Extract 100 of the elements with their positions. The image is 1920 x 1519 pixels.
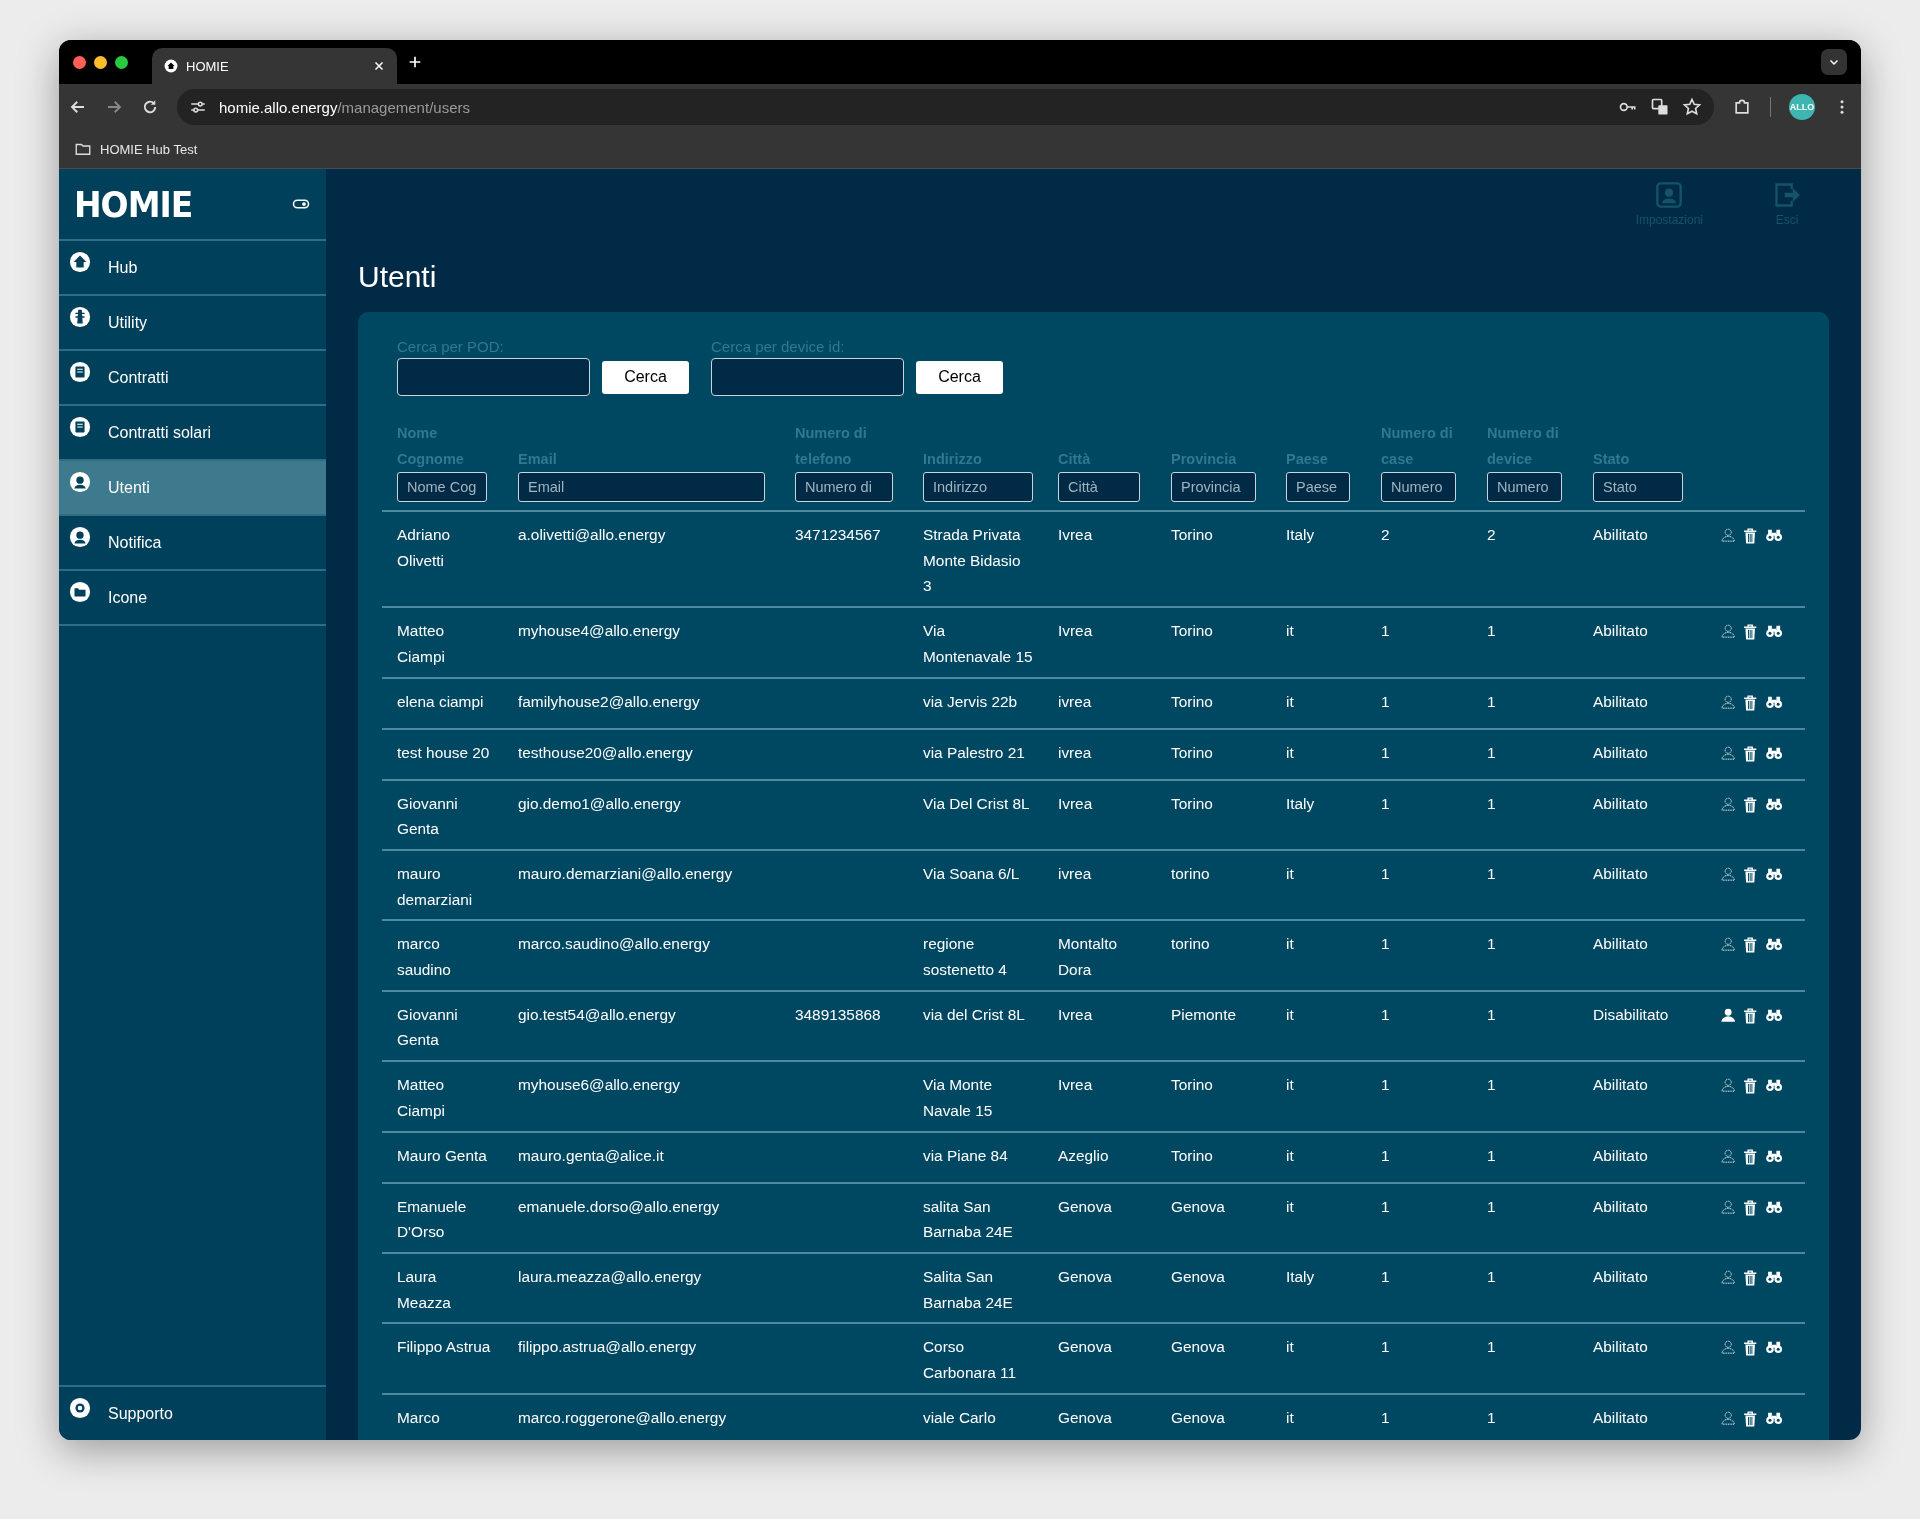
- filter-field[interactable]: Numero di: [795, 472, 893, 502]
- trash-icon[interactable]: [1742, 622, 1759, 643]
- table-cell: 1: [1472, 1323, 1578, 1394]
- table-cell: marco saudino: [382, 920, 503, 991]
- table-cell: Strada Privata Monte Bidasio 3: [908, 511, 1043, 608]
- table-cell: it: [1271, 920, 1366, 991]
- table-cell: 1: [1366, 677, 1472, 729]
- table-cell: Genova: [1043, 1252, 1156, 1324]
- close-icon[interactable]: [373, 60, 385, 72]
- table-cell: Via Monte Navale 15: [908, 1061, 1043, 1132]
- user-icon: [69, 526, 91, 548]
- star-icon[interactable]: [1682, 97, 1702, 117]
- search-button[interactable]: Cerca: [916, 360, 1003, 394]
- tab-list-button[interactable]: [1821, 49, 1847, 75]
- table-cell: Torino: [1156, 1131, 1271, 1183]
- table-cell: Emanuele D'Orso: [382, 1182, 503, 1253]
- table-cell: Genova: [1043, 1323, 1156, 1394]
- user-outline-icon[interactable]: [1720, 622, 1737, 641]
- back-icon[interactable]: [69, 98, 87, 116]
- search-field[interactable]: [711, 358, 904, 396]
- trash-icon[interactable]: [1742, 1267, 1759, 1288]
- reload-icon[interactable]: [141, 98, 159, 116]
- trash-icon[interactable]: [1742, 1408, 1759, 1429]
- document-icon: [69, 416, 91, 438]
- table-cell: laura.meazza@allo.energy: [503, 1252, 780, 1324]
- table-cell: Torino: [1156, 677, 1271, 729]
- trash-icon[interactable]: [1742, 526, 1759, 546]
- nav-item[interactable]: Hub: [59, 241, 326, 296]
- url-text: homie.allo.energy/management/users: [219, 98, 471, 116]
- filter-field[interactable]: Stato: [1593, 472, 1683, 502]
- table-cell: it: [1271, 607, 1366, 678]
- trash-icon[interactable]: [1742, 1076, 1759, 1097]
- table-cell: 2: [1366, 511, 1472, 608]
- filter-field[interactable]: Città: [1058, 472, 1140, 502]
- document-icon: [69, 361, 91, 383]
- filter-field[interactable]: Indirizzo: [923, 472, 1033, 502]
- filter-field[interactable]: Numero: [1487, 472, 1562, 502]
- table-cell: filippo.astrua@allo.energy: [503, 1323, 780, 1394]
- table-cell: 1: [1472, 1393, 1578, 1440]
- trash-icon[interactable]: [1742, 935, 1759, 956]
- extensions-icon[interactable]: [1732, 97, 1752, 117]
- trash-icon[interactable]: [1742, 1338, 1759, 1359]
- table-cell: 2: [1472, 511, 1578, 608]
- nav-item[interactable]: Notifica: [59, 516, 326, 571]
- plus-icon[interactable]: [407, 54, 423, 70]
- table-cell: 1: [1472, 920, 1578, 991]
- window-control[interactable]: [115, 55, 128, 69]
- search-button[interactable]: Cerca: [602, 360, 689, 394]
- nav-item[interactable]: Icone: [59, 571, 326, 626]
- trash-icon[interactable]: [1742, 794, 1759, 815]
- table-cell: Torino: [1156, 511, 1271, 608]
- user-outline-icon[interactable]: [1720, 1338, 1737, 1357]
- table-cell: Ivrea: [1043, 607, 1156, 678]
- table-cell: mauro demarziani: [382, 849, 503, 921]
- trash-icon[interactable]: [1742, 1197, 1759, 1218]
- trash-icon[interactable]: [1742, 743, 1759, 764]
- table-cell: Abilitato: [1578, 728, 1705, 780]
- table-cell: torino: [1156, 920, 1271, 991]
- user-outline-icon[interactable]: [1720, 935, 1737, 954]
- table-cell: 1: [1366, 1061, 1472, 1132]
- table-cell: familyhouse2@allo.energy: [503, 677, 780, 729]
- nav-item[interactable]: Utility: [59, 296, 326, 351]
- nav-item[interactable]: Utenti: [59, 461, 326, 516]
- user-outline-icon[interactable]: [1720, 1076, 1737, 1095]
- filter-field[interactable]: Provincia: [1171, 472, 1256, 502]
- lifebuoy-icon: [69, 1397, 91, 1419]
- trash-icon[interactable]: [1742, 864, 1759, 885]
- nav-item[interactable]: Supporto: [59, 1385, 326, 1440]
- window-control[interactable]: [73, 55, 86, 69]
- search-field[interactable]: [397, 358, 590, 396]
- table-cell: marco.roggerone@allo.energy: [503, 1393, 780, 1440]
- forward-icon[interactable]: [105, 98, 123, 116]
- filter-field[interactable]: Paese: [1286, 472, 1350, 502]
- filter-field[interactable]: Email: [518, 472, 765, 502]
- filter-field[interactable]: Nome Cog: [397, 472, 487, 502]
- bookmark-item[interactable]: HOMIE Hub Test: [74, 140, 198, 158]
- nav-item[interactable]: Contratti: [59, 351, 326, 406]
- browser-tab[interactable]: HOMIE: [152, 48, 397, 84]
- address-bar[interactable]: homie.allo.energy/management/users: [177, 89, 1714, 125]
- table-cell: 1: [1472, 779, 1578, 850]
- table-cell: torino: [1156, 849, 1271, 921]
- table-cell: Matteo Ciampi: [382, 607, 503, 678]
- table-cell: via del Crist 8L: [908, 990, 1043, 1062]
- table-cell: Abilitato: [1578, 779, 1705, 850]
- table-cell: myhouse4@allo.energy: [503, 607, 780, 678]
- table-cell: salita San Barnaba 24E: [908, 1182, 1043, 1253]
- trash-icon[interactable]: [1742, 1146, 1759, 1167]
- folder-icon: [69, 581, 91, 603]
- filter-field[interactable]: Numero: [1381, 472, 1456, 502]
- user-icon: [1655, 181, 1684, 209]
- user-outline-icon[interactable]: [1720, 526, 1737, 544]
- table-cell: 3471234567: [780, 511, 908, 608]
- trash-icon[interactable]: [1742, 1005, 1759, 1026]
- table-cell: Abilitato: [1578, 677, 1705, 729]
- window-control[interactable]: [94, 55, 107, 69]
- trash-icon[interactable]: [1742, 692, 1759, 713]
- translate-icon[interactable]: [1650, 97, 1670, 117]
- table-cell: Ivrea: [1043, 779, 1156, 850]
- table-cell: 1: [1472, 1182, 1578, 1253]
- table-cell: Abilitato: [1578, 1323, 1705, 1394]
